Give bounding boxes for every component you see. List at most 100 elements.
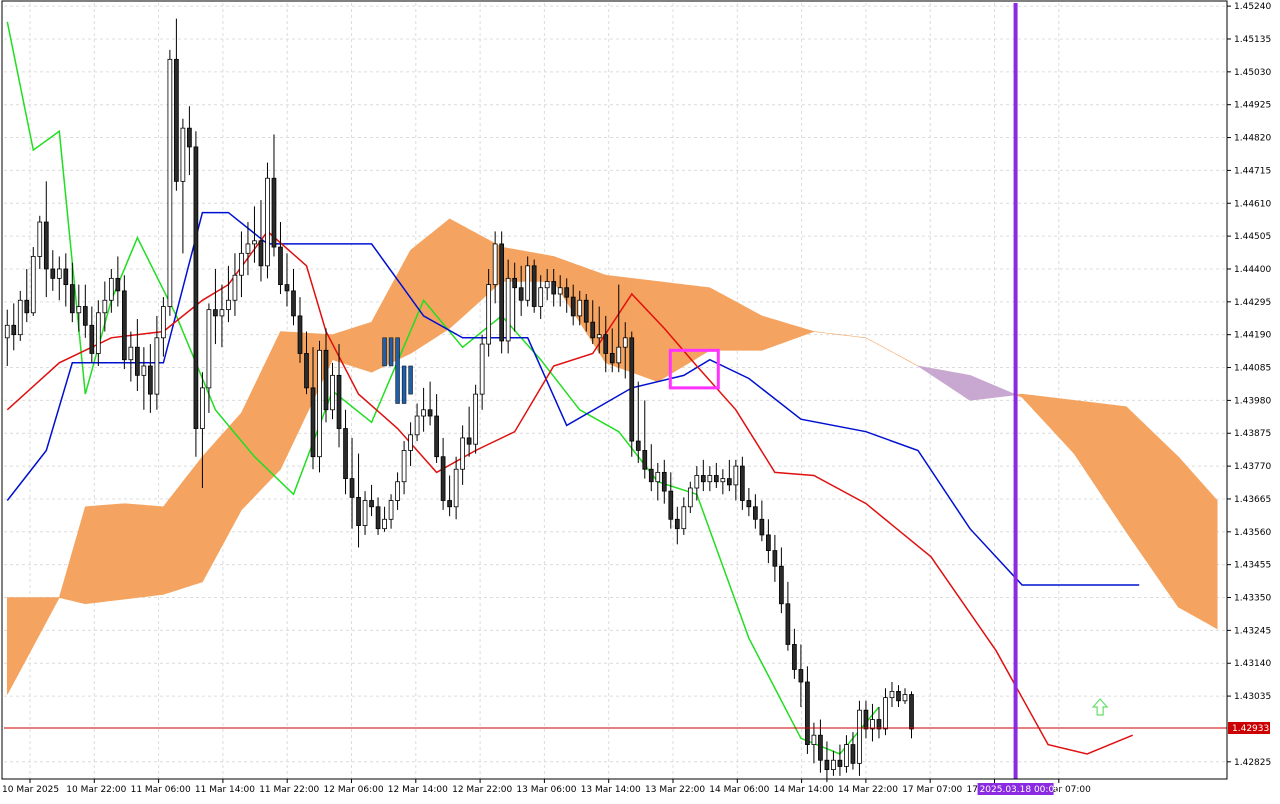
candle-body[interactable] [512, 277, 518, 289]
candle-body[interactable] [284, 284, 290, 292]
candle-body[interactable] [863, 709, 869, 730]
candle-body[interactable] [720, 478, 726, 483]
candle-body[interactable] [557, 287, 563, 295]
candle-body[interactable] [460, 437, 465, 470]
candle-body-highlight[interactable] [408, 365, 413, 395]
candle-body[interactable] [479, 343, 485, 395]
candle-body[interactable] [453, 468, 459, 508]
candle-body[interactable] [414, 415, 420, 436]
candle-body[interactable] [850, 744, 856, 764]
candle-body[interactable] [102, 299, 108, 314]
candle-body[interactable] [831, 759, 836, 771]
chart-canvas[interactable]: 1.45240 1.45135 1.45030 1.44925 1.44820 1.447… [0, 0, 1280, 800]
candle-body[interactable] [564, 287, 570, 298]
candle-body[interactable] [713, 475, 719, 483]
candle-body[interactable] [440, 456, 446, 501]
candle-body[interactable] [76, 306, 82, 314]
candle-body[interactable] [121, 290, 127, 361]
candle-body[interactable] [232, 274, 238, 301]
candle-body[interactable] [30, 256, 36, 314]
candle-body[interactable] [206, 309, 212, 389]
candle-body[interactable] [63, 268, 69, 286]
candle-body[interactable] [343, 428, 348, 480]
candle-body[interactable] [473, 393, 478, 445]
candle-body[interactable] [577, 299, 583, 317]
candle-body[interactable] [317, 349, 322, 458]
candle-body[interactable] [369, 500, 374, 508]
candlestick-chart[interactable]: 1.45240 1.45135 1.45030 1.44925 1.44820 1.447… [0, 0, 1280, 800]
candle-body[interactable] [291, 290, 296, 317]
candle-body[interactable] [180, 127, 186, 182]
candle-body[interactable] [733, 465, 739, 486]
candle-body[interactable] [24, 299, 30, 314]
candle-body[interactable] [330, 374, 335, 411]
candle-body-highlight[interactable] [401, 365, 407, 404]
candle-body[interactable] [726, 478, 732, 486]
candle-body[interactable] [447, 500, 452, 508]
candle-body[interactable] [811, 734, 817, 745]
candle-body[interactable] [37, 221, 43, 257]
candle-body[interactable] [213, 309, 218, 317]
candle-body[interactable] [844, 744, 849, 767]
candle-body[interactable] [518, 287, 524, 301]
candle-body[interactable] [43, 221, 49, 270]
candle-body[interactable] [466, 437, 472, 445]
candle-body[interactable] [167, 58, 173, 307]
candle-body[interactable] [785, 603, 791, 645]
candle-body[interactable] [135, 346, 140, 376]
candle-body[interactable] [902, 694, 908, 702]
candle-body[interactable] [499, 243, 505, 342]
candle-body[interactable] [89, 324, 95, 354]
candle-body[interactable] [427, 409, 433, 417]
candle-body[interactable] [17, 299, 23, 336]
candle-body[interactable] [596, 334, 602, 339]
candle-body[interactable] [570, 296, 576, 317]
candle-body[interactable] [857, 709, 862, 764]
candle-body[interactable] [95, 312, 101, 354]
candle-body[interactable] [69, 284, 75, 314]
candle-body[interactable] [759, 518, 765, 536]
candle-body[interactable] [792, 644, 797, 670]
candle-body[interactable] [304, 353, 309, 389]
candle-body[interactable] [200, 387, 205, 429]
candle-body[interactable] [707, 475, 713, 483]
candle-body[interactable] [148, 365, 153, 395]
candle-body[interactable] [622, 337, 628, 348]
candle-body[interactable] [700, 475, 706, 483]
candle-body[interactable] [603, 334, 609, 354]
candle-body[interactable] [655, 471, 661, 483]
candle-body[interactable] [837, 759, 843, 767]
candle-body[interactable] [421, 409, 426, 417]
candle-body[interactable] [11, 324, 17, 336]
candle-body[interactable] [434, 415, 439, 458]
candle-body[interactable] [349, 478, 355, 498]
candle-body[interactable] [388, 500, 394, 520]
candle-body[interactable] [297, 315, 303, 354]
candle-body[interactable] [798, 669, 804, 683]
candle-body[interactable] [323, 349, 329, 411]
candle-body[interactable] [538, 287, 544, 307]
candle-body[interactable] [583, 299, 589, 323]
candle-body[interactable] [4, 324, 10, 339]
candle-body[interactable] [883, 697, 888, 730]
candle-body[interactable] [141, 365, 147, 376]
candle-body[interactable] [154, 337, 160, 395]
candle-body[interactable] [486, 284, 491, 345]
candle-body[interactable] [278, 246, 283, 286]
candle-body[interactable] [408, 434, 413, 451]
candle-body[interactable] [544, 281, 550, 289]
candle-body[interactable] [896, 690, 901, 702]
candle-body[interactable] [336, 374, 342, 429]
candle-body[interactable] [824, 759, 830, 771]
candle-body[interactable] [590, 321, 596, 339]
candle-body[interactable] [766, 534, 771, 551]
candle-body[interactable] [187, 127, 192, 148]
candle-body[interactable] [395, 481, 400, 501]
candle-body[interactable] [82, 306, 88, 326]
candle-body[interactable] [108, 277, 114, 301]
candle-body[interactable] [668, 490, 674, 520]
candle-body[interactable] [50, 268, 56, 279]
candle-body[interactable] [245, 243, 251, 254]
candle-body[interactable] [635, 440, 641, 451]
candle-body[interactable] [661, 471, 667, 492]
